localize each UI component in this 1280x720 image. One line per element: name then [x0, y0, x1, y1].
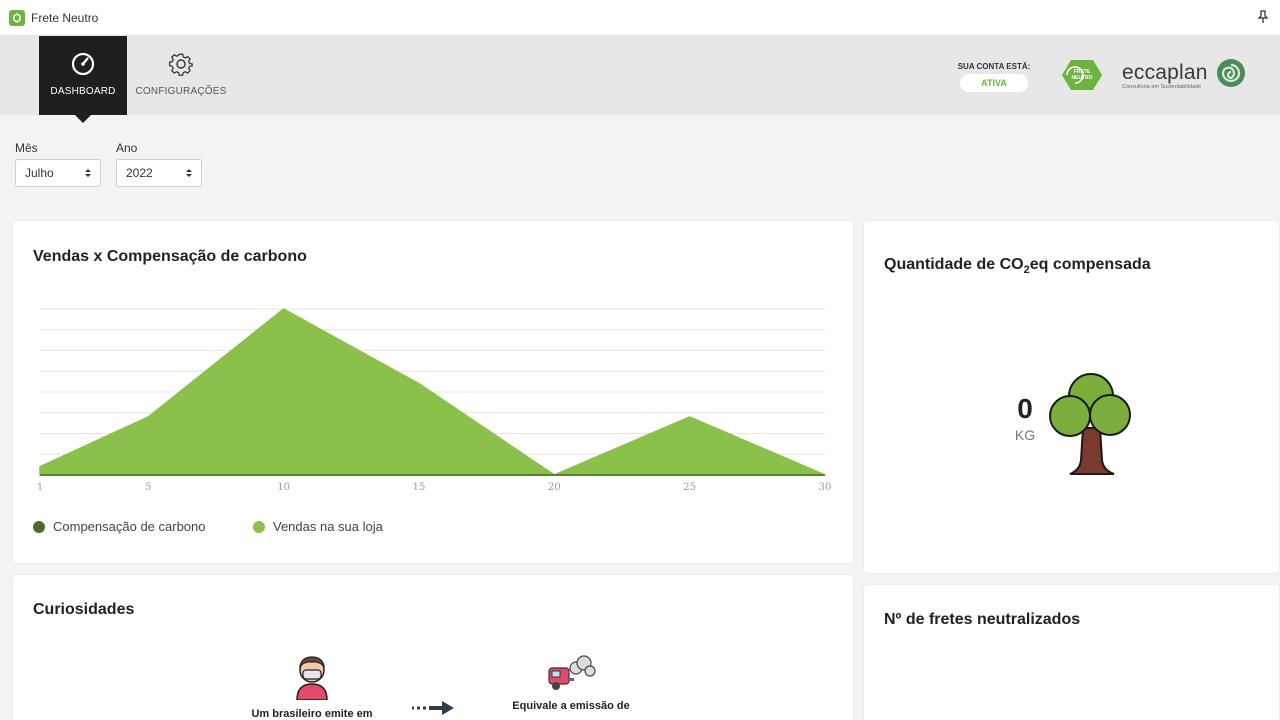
arrow-right-icon — [412, 701, 454, 715]
x-tick-label: 25 — [683, 482, 696, 493]
x-tick-label: 20 — [547, 482, 561, 493]
curiosidades-card — [13, 575, 853, 720]
tree-icon — [1049, 373, 1131, 475]
co2-card-title: Quantidade de CO2eq compensada — [884, 256, 1151, 277]
co2-value: 0 — [1017, 393, 1033, 424]
legend-dot-compensacao — [33, 521, 45, 533]
x-tick-label: 15 — [412, 482, 426, 493]
person-mask-icon — [296, 656, 328, 700]
co2-unit: KG — [1014, 427, 1036, 443]
curiosidade-text-left: Um brasileiro emite em — [251, 708, 373, 720]
x-tick-label: 1 — [36, 482, 44, 493]
fretes-card-title: Nº de fretes neutralizados — [884, 611, 1081, 628]
x-tick-label: 10 — [277, 482, 290, 493]
curiosidade-text-right: Equivale a emissão de — [512, 700, 630, 712]
x-tick-label: 30 — [818, 482, 832, 493]
legend-dot-vendas — [253, 521, 265, 533]
legend-label-compensacao[interactable]: Compensação de carbono — [53, 519, 206, 534]
car-emission-icon — [548, 655, 596, 690]
curiosidades-title: Curiosidades — [33, 601, 135, 618]
fretes-card — [864, 585, 1279, 720]
legend-label-vendas[interactable]: Vendas na sua loja — [273, 519, 383, 534]
x-tick-label: 5 — [145, 482, 152, 493]
